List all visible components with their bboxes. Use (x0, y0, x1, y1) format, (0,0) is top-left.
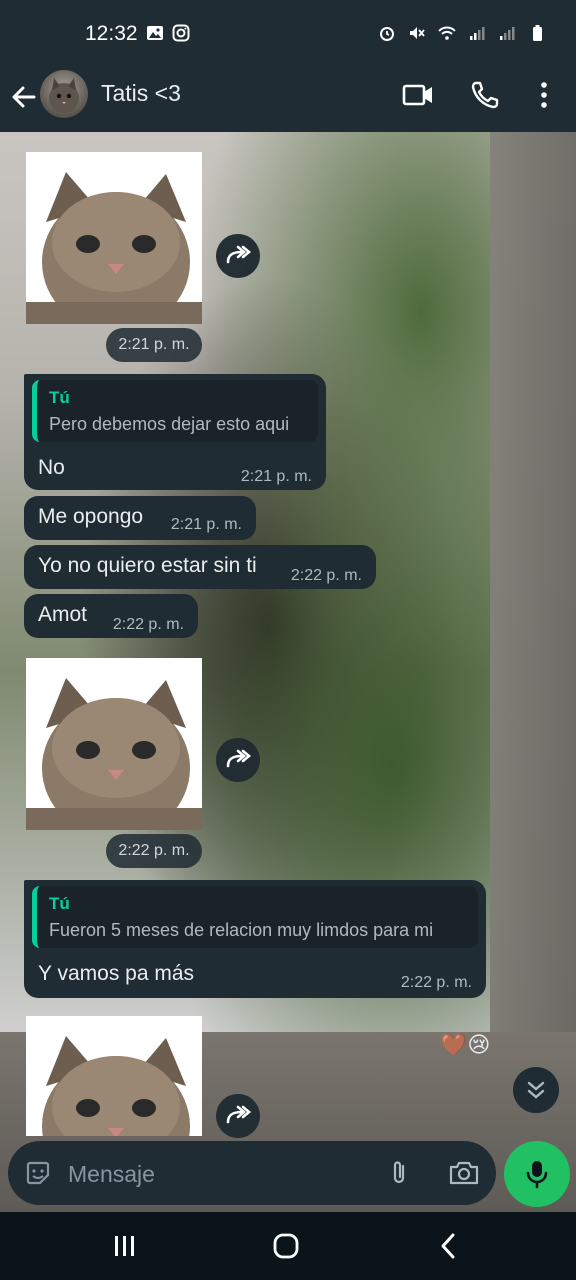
mute-icon (410, 27, 425, 39)
message-time: 2:22 p. m. (106, 834, 202, 868)
forward-icon[interactable] (216, 1094, 260, 1138)
double-chevron-down-icon[interactable] (513, 1067, 559, 1113)
quote-author: Tú (49, 894, 70, 913)
sticker-icon[interactable] (24, 1159, 52, 1187)
quote-text: Pero debemos dejar esto aqui (49, 414, 290, 434)
message-time: 2:21 p. m. (240, 468, 312, 485)
quoted-message[interactable]: Tú Pero debemos dejar esto aqui (32, 380, 318, 442)
message-text: Amot (38, 603, 88, 626)
message-time: 2:21 p. m. (170, 516, 242, 533)
message-composer[interactable]: Mensaje (8, 1141, 496, 1205)
cat-sticker[interactable] (26, 1016, 202, 1136)
alarm-icon (380, 27, 394, 41)
wifi-icon (438, 26, 456, 40)
recent-apps-icon[interactable] (112, 1234, 138, 1258)
attach-icon[interactable] (388, 1159, 410, 1187)
forward-icon[interactable] (216, 234, 260, 278)
crying-cat-image (26, 172, 202, 324)
message-text: No (38, 456, 65, 479)
phone-icon[interactable] (470, 80, 502, 110)
more-vert-icon[interactable] (528, 80, 560, 110)
gallery-notification-icon (147, 26, 163, 40)
quote-text: Fueron 5 meses de relacion muy limdos pa… (49, 920, 434, 940)
message-time: 2:22 p. m. (290, 567, 362, 584)
message-bubble[interactable]: Me opongo 2:21 p. m. (24, 496, 256, 540)
cat-sticker[interactable] (26, 658, 202, 830)
chat-area[interactable]: 2:21 p. m. Tú Pero debemos dejar esto aq… (0, 132, 576, 1212)
status-time: 12:32 (85, 22, 138, 45)
home-icon[interactable] (272, 1232, 300, 1260)
signal-icon (470, 27, 485, 40)
status-bar: 12:32 (0, 0, 576, 68)
message-reactions[interactable]: 🤎😢 (440, 1032, 490, 1058)
instagram-notification-icon (172, 24, 190, 42)
message-time: 2:22 p. m. (112, 616, 184, 633)
camera-icon[interactable] (448, 1159, 480, 1187)
message-time: 2:22 p. m. (400, 974, 472, 991)
contact-name[interactable]: Tatis <3 (101, 80, 181, 107)
crying-cat-image (42, 1036, 190, 1136)
message-bubble[interactable]: Tú Fueron 5 meses de relacion muy limdos… (24, 880, 486, 998)
message-text: Yo no quiero estar sin ti (38, 554, 257, 577)
mic-button[interactable] (504, 1141, 570, 1207)
cat-avatar-image (49, 78, 79, 113)
message-bubble[interactable]: Amot 2:22 p. m. (24, 594, 198, 638)
message-bubble[interactable]: Yo no quiero estar sin ti 2:22 p. m. (24, 545, 376, 589)
system-navigation-bar (0, 1212, 576, 1280)
message-input[interactable]: Mensaje (68, 1161, 155, 1188)
crying-cat-image (26, 678, 202, 830)
quoted-message[interactable]: Tú Fueron 5 meses de relacion muy limdos… (32, 886, 478, 948)
mic-icon (526, 1161, 548, 1189)
message-bubble[interactable]: Tú Pero debemos dejar esto aqui No 2:21 … (24, 374, 326, 490)
message-text: Y vamos pa más (38, 962, 195, 985)
message-text: Me opongo (38, 505, 144, 528)
cat-sticker[interactable] (26, 152, 202, 324)
battery-icon (533, 25, 542, 41)
back-arrow-icon[interactable] (10, 80, 38, 114)
back-nav-icon[interactable] (438, 1232, 458, 1260)
signal-2-icon (500, 27, 515, 40)
message-time: 2:21 p. m. (106, 328, 202, 362)
forward-icon[interactable] (216, 738, 260, 782)
quote-author: Tú (49, 388, 70, 407)
avatar[interactable] (40, 70, 88, 118)
video-call-icon[interactable] (402, 80, 434, 110)
